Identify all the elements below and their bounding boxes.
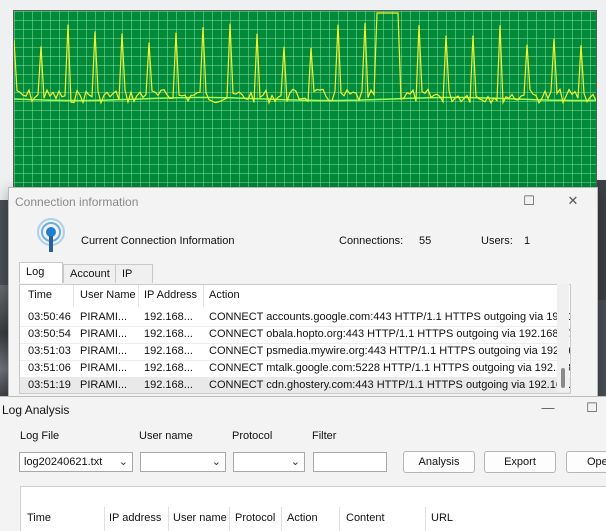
row-user: PIRAMI... xyxy=(80,362,128,374)
user-name-label: User name xyxy=(139,430,193,442)
chevron-down-icon: ⌄ xyxy=(118,456,128,468)
table-row-selected[interactable]: 03:51:19 PIRAMI... 192.168... CONNECT cd… xyxy=(20,377,570,393)
traffic-line xyxy=(14,12,596,105)
column-header-action[interactable]: Action xyxy=(209,289,240,301)
protocol-label: Protocol xyxy=(232,430,273,442)
row-time: 03:51:06 xyxy=(28,362,71,374)
column-header-user-name[interactable]: User Name xyxy=(80,289,136,301)
row-action: CONNECT psmedia.mywire.org:443 HTTP/1.1 … xyxy=(209,345,571,357)
column-header-content[interactable]: Content xyxy=(346,512,385,524)
protocol-select[interactable]: ⌄ xyxy=(233,452,305,472)
users-count: 1 xyxy=(524,235,531,247)
maximize-icon: ☐ xyxy=(586,400,598,415)
maximize-icon: ☐ xyxy=(523,193,535,208)
connection-info-window: Connection information ☐ ✕ Current Conne… xyxy=(8,187,598,424)
table-row[interactable]: 03:51:06 PIRAMI... 192.168... CONNECT mt… xyxy=(20,360,570,376)
maximize-button[interactable]: ☐ xyxy=(582,400,602,416)
tab-ip[interactable]: IP xyxy=(115,264,153,283)
close-button[interactable]: ✕ xyxy=(563,193,583,209)
row-ip: 192.168... xyxy=(144,379,193,391)
scrollbar-thumb[interactable] xyxy=(561,368,565,388)
list-scrollbar[interactable] xyxy=(557,284,569,392)
minimize-button[interactable]: — xyxy=(538,400,558,416)
filter-input[interactable] xyxy=(313,452,387,472)
table-row[interactable]: 03:50:54 PIRAMI... 192.168... CONNECT ob… xyxy=(20,326,570,342)
traffic-graph xyxy=(13,10,597,192)
connection-log-list[interactable]: Time User Name IP Address Action 03:50:4… xyxy=(19,284,571,394)
row-time: 03:50:54 xyxy=(28,328,71,340)
row-action: CONNECT accounts.google.com:443 HTTP/1.1… xyxy=(209,311,571,323)
table-row[interactable]: 03:51:03 PIRAMI... 192.168... CONNECT ps… xyxy=(20,343,570,359)
row-user: PIRAMI... xyxy=(80,311,128,323)
row-time: 03:51:03 xyxy=(28,345,71,357)
row-action: CONNECT mtalk.google.com:5228 HTTP/1.1 H… xyxy=(209,362,571,374)
connection-window-title: Connection information xyxy=(15,195,139,209)
row-user: PIRAMI... xyxy=(80,328,128,340)
row-time: 03:51:19 xyxy=(28,379,71,391)
users-label: Users: xyxy=(481,235,513,247)
log-file-select[interactable]: log20240621.txt ⌄ xyxy=(19,452,133,472)
row-ip: 192.168... xyxy=(144,345,193,357)
row-user: PIRAMI... xyxy=(80,345,128,357)
close-icon: ✕ xyxy=(567,193,579,208)
column-header-url[interactable]: URL xyxy=(431,512,453,524)
analysis-button[interactable]: Analysis xyxy=(403,451,475,473)
column-header-time[interactable]: Time xyxy=(27,512,51,524)
row-action: CONNECT obala.hopto.org:443 HTTP/1.1 HTT… xyxy=(209,328,571,340)
row-ip: 192.168... xyxy=(144,311,193,323)
log-file-value: log20240621.txt xyxy=(24,456,103,468)
user-name-select[interactable]: ⌄ xyxy=(140,452,226,472)
column-header-protocol[interactable]: Protocol xyxy=(235,512,275,524)
log-analysis-title: Log Analysis xyxy=(2,403,70,417)
connection-heading: Current Connection Information xyxy=(81,235,235,247)
connections-label: Connections: xyxy=(339,235,404,247)
log-file-label: Log File xyxy=(20,430,60,442)
column-header-user-name[interactable]: User name xyxy=(173,512,227,524)
row-ip: 192.168... xyxy=(144,328,193,340)
column-header-action[interactable]: Action xyxy=(287,512,318,524)
minimize-icon: — xyxy=(541,400,555,415)
broadcast-icon xyxy=(37,218,65,252)
row-user: PIRAMI... xyxy=(80,379,128,391)
row-time: 03:50:46 xyxy=(28,311,71,323)
column-header-ip-address[interactable]: IP Address xyxy=(144,289,197,301)
tab-account[interactable]: Account xyxy=(63,264,121,283)
chevron-down-icon: ⌄ xyxy=(211,456,221,468)
connection-header: Current Connection Information Connectio… xyxy=(9,214,597,258)
connections-count: 55 xyxy=(419,235,432,247)
traffic-graph-svg xyxy=(14,12,596,105)
open-button[interactable]: Ope xyxy=(566,451,606,473)
maximize-button[interactable]: ☐ xyxy=(519,193,539,209)
log-analysis-table[interactable]: Time IP address User name Protocol Actio… xyxy=(20,486,606,531)
chevron-down-icon: ⌄ xyxy=(290,456,300,468)
row-ip: 192.168... xyxy=(144,362,193,374)
export-button[interactable]: Export xyxy=(484,451,556,473)
column-header-ip-address[interactable]: IP address xyxy=(109,512,161,524)
row-action: CONNECT cdn.ghostery.com:443 HTTP/1.1 HT… xyxy=(209,379,571,391)
filter-label: Filter xyxy=(312,430,337,442)
table-row[interactable]: 03:50:46 PIRAMI... 192.168... CONNECT ac… xyxy=(20,309,570,325)
tab-log[interactable]: Log xyxy=(19,262,63,283)
column-header-time[interactable]: Time xyxy=(28,289,52,301)
